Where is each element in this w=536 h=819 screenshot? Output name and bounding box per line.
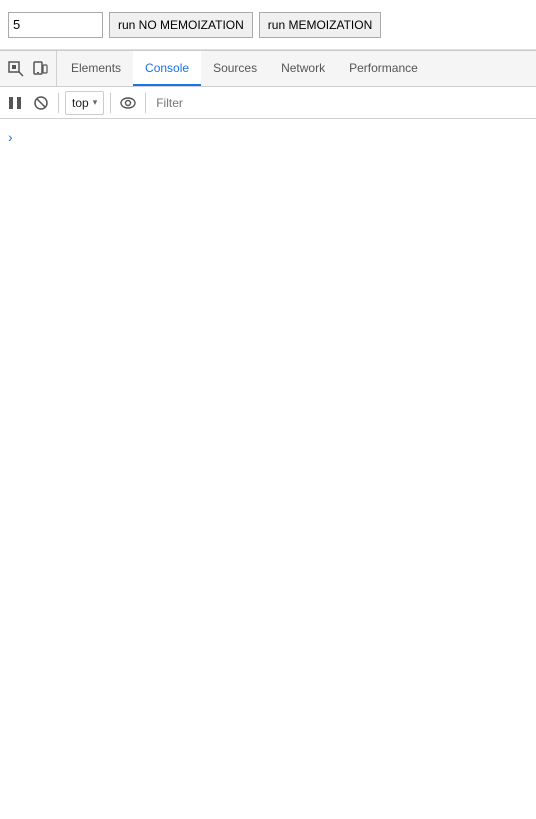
- context-label: top: [72, 96, 89, 110]
- filter-input[interactable]: [152, 96, 532, 110]
- context-selector[interactable]: top ▾: [65, 91, 104, 115]
- eye-icon[interactable]: [117, 92, 139, 114]
- console-toolbar: top ▾: [0, 87, 536, 119]
- devtools-icon-group: [0, 51, 57, 86]
- run-memoization-button[interactable]: run MEMOIZATION: [259, 12, 381, 38]
- number-input[interactable]: 5: [8, 12, 103, 38]
- toolbar-separator-1: [58, 93, 59, 113]
- tab-console[interactable]: Console: [133, 51, 201, 86]
- top-area: 5 run NO MEMOIZATION run MEMOIZATION: [0, 0, 536, 50]
- console-expand-arrow[interactable]: ›: [8, 129, 13, 145]
- clear-console-icon[interactable]: [30, 92, 52, 114]
- dropdown-arrow-icon: ▾: [93, 97, 98, 108]
- tab-elements[interactable]: Elements: [59, 51, 133, 86]
- run-no-memoization-button[interactable]: run NO MEMOIZATION: [109, 12, 253, 38]
- device-toggle-icon[interactable]: [30, 59, 50, 79]
- tab-performance[interactable]: Performance: [337, 51, 430, 86]
- devtools-tabs: Elements Console Sources Network Perform…: [57, 51, 430, 86]
- play-icon[interactable]: [4, 92, 26, 114]
- devtools-panel: Elements Console Sources Network Perform…: [0, 50, 536, 819]
- toolbar-separator-2: [110, 93, 111, 113]
- tab-network[interactable]: Network: [269, 51, 337, 86]
- devtools-tabs-row: Elements Console Sources Network Perform…: [0, 51, 536, 87]
- inspect-element-icon[interactable]: [6, 59, 26, 79]
- tab-sources[interactable]: Sources: [201, 51, 269, 86]
- toolbar-separator-3: [145, 93, 146, 113]
- console-content: ›: [0, 119, 536, 819]
